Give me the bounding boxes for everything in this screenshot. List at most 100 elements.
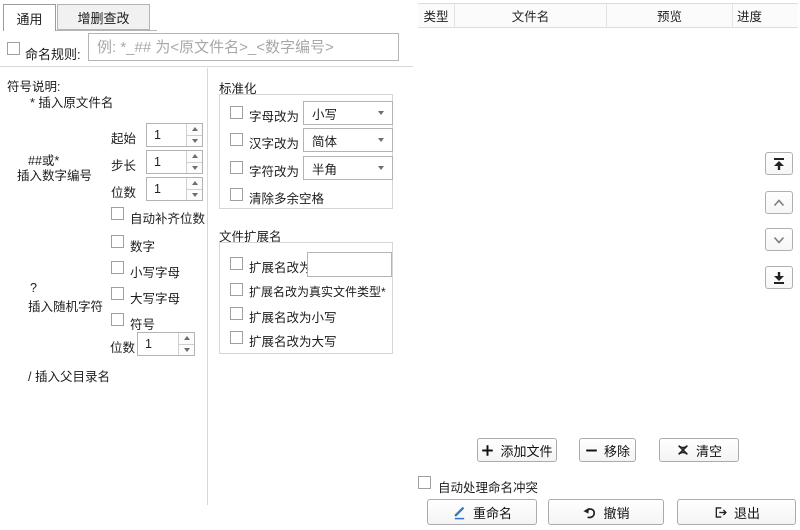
symbol-option-label: 符号 <box>130 318 156 332</box>
column-header-filename[interactable]: 文件名 <box>455 4 607 27</box>
letter-case-label: 字母改为 <box>249 110 300 124</box>
rename-button[interactable]: 重命名 <box>427 499 537 525</box>
hanzi-value: 简体 <box>312 134 338 149</box>
char-width-checkbox[interactable] <box>230 161 243 174</box>
spin-up-icon[interactable] <box>187 178 202 190</box>
move-to-bottom-button[interactable] <box>765 266 793 289</box>
number-desc-label: 插入数字编号 <box>17 169 93 183</box>
rename-tool-window: 通用 增删查改 命名规则: 符号说明: * 插入原文件名 起始 1 ##或* 插… <box>0 0 800 530</box>
extension-input[interactable] <box>307 252 392 277</box>
chevron-down-icon <box>773 236 785 244</box>
undo-icon <box>583 507 596 518</box>
clear-label: 清空 <box>695 443 722 459</box>
random-digits-spinner-value: 1 <box>145 337 152 351</box>
clear-spaces-label: 清除多余空格 <box>249 192 325 206</box>
exit-icon <box>715 506 727 518</box>
digits-spinner[interactable]: 1 <box>146 177 203 201</box>
plus-icon <box>482 444 494 456</box>
char-width-label: 字符改为 <box>249 165 300 179</box>
hanzi-checkbox[interactable] <box>230 133 243 146</box>
rule-checkbox[interactable] <box>7 42 20 55</box>
remove-label: 移除 <box>603 443 630 459</box>
clear-spaces-checkbox[interactable] <box>230 188 243 201</box>
step-spinner-value: 1 <box>154 155 161 169</box>
extension-real-type-label: 扩展名改为真实文件类型* <box>249 285 386 299</box>
rule-input[interactable] <box>88 33 399 61</box>
move-up-button[interactable] <box>765 191 793 214</box>
file-table-header: 类型 文件名 预览 进度 <box>418 4 798 28</box>
remove-button[interactable]: 移除 <box>579 438 636 462</box>
insert-parent-label: / 插入父目录名 <box>28 370 110 384</box>
tab-general-label: 通用 <box>16 11 43 27</box>
exit-button[interactable]: 退出 <box>677 499 796 525</box>
start-spinner[interactable]: 1 <box>146 123 203 147</box>
minus-icon <box>586 449 597 451</box>
auto-pad-label: 自动补齐位数 <box>130 212 206 226</box>
spin-down-icon[interactable] <box>179 344 194 355</box>
hanzi-label: 汉字改为 <box>249 137 300 151</box>
random-desc-label: 插入随机字符 <box>28 300 104 314</box>
uppercase-option-checkbox[interactable] <box>111 287 124 300</box>
undo-button[interactable]: 撤销 <box>548 499 664 525</box>
add-files-button[interactable]: 添加文件 <box>477 438 557 462</box>
chevron-down-icon <box>378 138 384 142</box>
lowercase-option-checkbox[interactable] <box>111 261 124 274</box>
char-width-value: 半角 <box>312 162 338 177</box>
lowercase-option-label: 小写字母 <box>130 266 181 280</box>
tab-edit-label: 增删查改 <box>77 10 130 26</box>
tab-edit[interactable]: 增删查改 <box>57 4 150 30</box>
digits-spinner-value: 1 <box>154 182 161 196</box>
rename-label: 重命名 <box>472 505 512 521</box>
chevron-down-icon <box>378 111 384 115</box>
start-spinner-value: 1 <box>154 128 161 142</box>
digits-label: 位数 <box>111 186 137 200</box>
file-table: 类型 文件名 预览 进度 <box>418 3 798 433</box>
insert-original-label: * 插入原文件名 <box>30 96 114 110</box>
hanzi-select[interactable]: 简体 <box>303 128 393 152</box>
spin-down-icon[interactable] <box>187 162 202 173</box>
number-option-checkbox[interactable] <box>111 235 124 248</box>
extension-lowercase-checkbox[interactable] <box>230 307 243 320</box>
start-label: 起始 <box>111 132 137 146</box>
spin-up-icon[interactable] <box>187 124 202 136</box>
tab-general[interactable]: 通用 <box>3 4 56 31</box>
file-table-body[interactable] <box>418 28 798 433</box>
conflict-label: 自动处理命名冲突 <box>438 481 539 495</box>
divider-vertical <box>207 68 208 505</box>
spin-up-icon[interactable] <box>179 333 194 345</box>
move-down-button[interactable] <box>765 228 793 251</box>
uppercase-option-label: 大写字母 <box>130 292 181 306</box>
rule-label: 命名规则: <box>25 47 81 62</box>
step-label: 步长 <box>111 159 137 173</box>
letter-case-select[interactable]: 小写 <box>303 101 393 125</box>
add-files-label: 添加文件 <box>500 443 553 459</box>
symbol-option-checkbox[interactable] <box>111 313 124 326</box>
auto-pad-checkbox[interactable] <box>111 207 124 220</box>
conflict-checkbox[interactable] <box>418 476 431 489</box>
extension-change-checkbox[interactable] <box>230 257 243 270</box>
extension-uppercase-checkbox[interactable] <box>230 331 243 344</box>
letter-case-checkbox[interactable] <box>230 106 243 119</box>
extension-lowercase-label: 扩展名改为小写 <box>249 311 337 325</box>
number-option-label: 数字 <box>130 240 156 254</box>
random-symbol-label: ? <box>30 281 37 295</box>
arrow-to-top-icon <box>774 157 784 170</box>
column-header-preview[interactable]: 预览 <box>607 4 733 27</box>
pencil-icon <box>454 506 465 519</box>
column-header-progress[interactable]: 进度 <box>733 4 798 27</box>
spin-up-icon[interactable] <box>187 151 202 163</box>
random-digits-spinner[interactable]: 1 <box>137 332 195 356</box>
exit-label: 退出 <box>733 505 760 521</box>
letter-case-value: 小写 <box>312 107 338 122</box>
divider-horizontal <box>0 66 413 67</box>
spin-down-icon[interactable] <box>187 189 202 200</box>
spin-down-icon[interactable] <box>187 135 202 146</box>
extension-uppercase-label: 扩展名改为大写 <box>249 335 337 349</box>
move-to-top-button[interactable] <box>765 152 793 175</box>
column-header-type[interactable]: 类型 <box>418 4 455 27</box>
tabstrip-baseline <box>56 30 157 31</box>
char-width-select[interactable]: 半角 <box>303 156 393 180</box>
extension-real-type-checkbox[interactable] <box>230 283 243 296</box>
clear-button[interactable]: 清空 <box>659 438 739 462</box>
step-spinner[interactable]: 1 <box>146 150 203 174</box>
